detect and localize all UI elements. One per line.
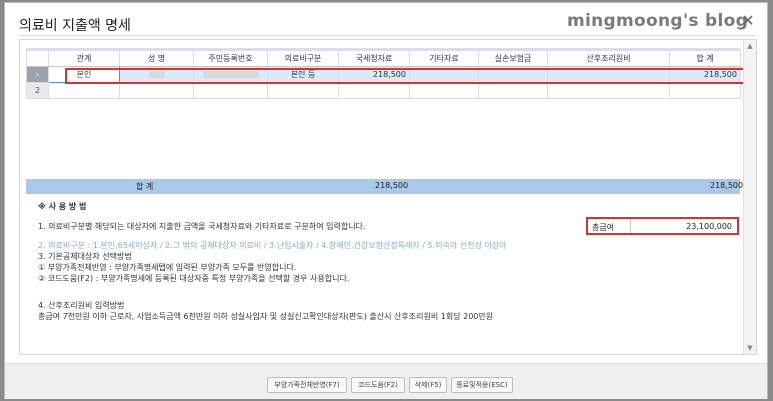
close-apply-button[interactable]: 종료및적용(ESC) xyxy=(451,377,513,393)
usage-instructions: ※ 사 용 방 법 1. 의료비구분별 해당되는 대상자에 지출한 금액을 국세… xyxy=(38,201,507,322)
header-name: 성 명 xyxy=(119,50,194,67)
delete-button[interactable]: 삭제(F5) xyxy=(409,377,447,393)
total-pay-value: 23,100,000 xyxy=(686,222,732,231)
postnatal-care-cell[interactable] xyxy=(547,82,670,99)
usage-line-1: 1. 의료비구분별 해당되는 대상자에 지출한 금액을 국세청자료와 기타자료로… xyxy=(38,222,366,231)
header-relation: 관계 xyxy=(48,50,120,67)
usage-heading: ※ 사 용 방 법 xyxy=(38,202,87,211)
usage-line-3b: ② 코드도움(F2) : 부양가족명세에 등록된 대상자중 특정 부양가족을 선… xyxy=(38,274,350,283)
scroll-up-icon[interactable]: ▲ xyxy=(744,41,756,51)
table-row[interactable]: 2 xyxy=(26,82,741,99)
sum-row: 합 계 218,500 218,500 xyxy=(26,179,744,194)
blog-watermark: mingmoong's blog xyxy=(567,11,749,31)
medical-expense-dialog: 의료비 지출액 명세 mingmoong's blog ✕ 관계 성 명 주민등… xyxy=(4,2,768,399)
usage-line-4a: 총급여 7천만원 이하 근로자, 사업소득금액 6천만원 이하 성실사업자 및 … xyxy=(38,312,494,321)
header-rowmark xyxy=(26,50,49,67)
empty-grid-area xyxy=(26,100,740,178)
other-amount-cell[interactable] xyxy=(409,82,479,99)
header-total: 합 계 xyxy=(669,50,741,67)
usage-line-3a: ① 부양가족전체반영 : 부양가족명세탭에 입력된 부양가족 모두를 반영합니다… xyxy=(38,263,297,272)
nts-amount-cell[interactable] xyxy=(338,82,410,99)
sum-nts: 218,500 xyxy=(375,181,409,190)
table-header-row: 관계 성 명 주민등록번호 의료비구분 국세청자료 기타자료 실손보험금 산후조… xyxy=(26,50,741,67)
usage-line-4: 4. 산후조리원비 입력방법 xyxy=(38,301,125,310)
total-pay-field: 총급여 23,100,000 xyxy=(586,217,739,235)
row-number: 2 xyxy=(26,82,49,99)
medical-type-cell[interactable] xyxy=(267,82,339,99)
title-divider xyxy=(19,35,755,36)
total-pay-label: 총급여 xyxy=(592,223,615,232)
header-nts-data: 국세청자료 xyxy=(338,50,410,67)
usage-line-3: 3. 기본공제대상자 선택방법 xyxy=(38,252,132,261)
header-resident-number: 주민등록번호 xyxy=(193,50,268,67)
code-help-button[interactable]: 코드도움(F2) xyxy=(351,377,405,393)
vertical-scrollbar[interactable]: ▲ ▼ xyxy=(743,40,756,354)
sum-label: 합 계 xyxy=(136,182,154,191)
row-highlight-box xyxy=(65,68,756,84)
insurance-cell[interactable] xyxy=(478,82,548,99)
header-medical-type: 의료비구분 xyxy=(267,50,339,67)
sum-total: 218,500 xyxy=(710,181,744,190)
row-marker-icon[interactable]: › xyxy=(26,66,49,83)
usage-line-2: 2. 의료비구분 : 1.본인,65세이상자 / 2.그 밖의 공제대상자 의료… xyxy=(38,241,507,250)
content-panel: 관계 성 명 주민등록번호 의료비구분 국세청자료 기타자료 실손보험금 산후조… xyxy=(19,39,757,355)
resident-number-cell[interactable] xyxy=(193,82,268,99)
header-other-data: 기타자료 xyxy=(409,50,479,67)
close-icon[interactable]: ✕ xyxy=(741,13,755,29)
header-insurance: 실손보험금 xyxy=(478,50,548,67)
apply-family-button[interactable]: 부양가족전체반영(F7) xyxy=(267,377,347,393)
name-cell[interactable] xyxy=(119,82,194,99)
relation-cell[interactable] xyxy=(48,82,120,99)
button-bar: 부양가족전체반영(F7) 코드도움(F2) 삭제(F5) 종료및적용(ESC) xyxy=(5,363,767,399)
total-cell[interactable] xyxy=(669,82,741,99)
scroll-down-icon[interactable]: ▼ xyxy=(744,343,756,353)
dialog-title: 의료비 지출액 명세 xyxy=(19,18,131,34)
header-postnatal-care: 산후조리원비 xyxy=(547,50,670,67)
